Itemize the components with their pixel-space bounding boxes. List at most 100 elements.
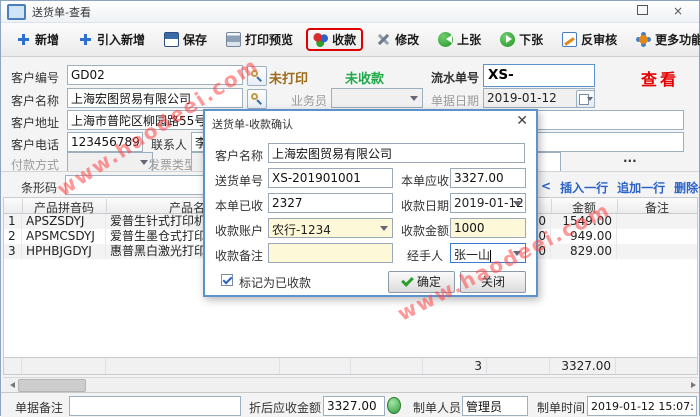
toolbar-print-preview-button[interactable]: 打印预览	[220, 28, 299, 51]
toolbar-save-button[interactable]: 保存	[158, 28, 213, 51]
mark-paid-checkbox[interactable]	[221, 274, 233, 286]
toolbar-more-functions-button[interactable]: 更多功能	[630, 28, 700, 51]
chevron-down-icon	[380, 226, 388, 235]
dialog-title: 送货单-收款确认	[212, 118, 293, 131]
delete-row-link[interactable]: 删除一行	[674, 179, 700, 196]
cell-amount: 829.00	[551, 244, 617, 259]
toolbar-new-button[interactable]: 新增	[10, 28, 65, 51]
plus-icon	[78, 32, 93, 47]
customer-no-lookup-button[interactable]	[247, 66, 267, 86]
status-not-paid: 未收款	[345, 72, 385, 87]
dialog-handler-label: 经手人	[407, 249, 444, 263]
dialog-receivable-input[interactable]	[450, 168, 526, 188]
text-cursor	[490, 249, 492, 262]
toolbar-collect-payment-button[interactable]: 收款	[306, 28, 364, 51]
cell-pinyin: APSMCSDYJ	[22, 229, 106, 244]
dialog-account-select[interactable]: 农行-1234	[268, 218, 393, 238]
dialog-received-input[interactable]	[268, 193, 393, 213]
coins-icon	[313, 32, 329, 47]
save-icon	[164, 32, 180, 47]
dialog-received-label: 本单已收	[215, 199, 264, 213]
summary-amount: 3327.00	[550, 358, 616, 374]
time-input[interactable]	[587, 396, 697, 416]
calendar-icon[interactable]	[576, 90, 595, 108]
collapse-arrow[interactable]: <	[541, 179, 551, 196]
toolbar: 新增 引入新增 保存 打印预览 收款 修改 上张 下张 反审核 更多功能 关闭	[1, 23, 700, 57]
gear-icon	[639, 35, 649, 44]
dialog-ok-button[interactable]: 确定	[388, 271, 455, 293]
dialog-account-label: 收款账户	[215, 224, 264, 238]
grid-row-links: < 插入一行 追加一行 删除一行	[541, 179, 700, 196]
customer-name-input[interactable]	[67, 88, 243, 108]
scrollbar-thumb[interactable]	[18, 379, 86, 392]
customer-name-lookup-button[interactable]	[247, 89, 267, 109]
cell-pinyin: HPHBJGDYJ	[22, 244, 106, 259]
discounted-input[interactable]	[323, 396, 385, 416]
maximize-button[interactable]	[627, 3, 657, 21]
dialog-order-no-label: 送货单号	[215, 174, 264, 188]
status-oval-icon	[387, 397, 401, 414]
app-window: 送货单-查看 × 新增 引入新增 保存 打印预览 收款 修改 上张 下张 反审核…	[0, 0, 700, 417]
pinyin-header: 产品拼音码	[22, 199, 107, 215]
scroll-right-arrow[interactable]	[685, 379, 698, 391]
dialog-remark-label: 收款备注	[215, 249, 264, 263]
phone-input[interactable]	[67, 132, 143, 152]
discounted-label: 折后应收金额	[249, 401, 322, 415]
dialog-handler-combo[interactable]: 张一山	[450, 243, 526, 263]
address-label: 客户地址	[11, 116, 60, 130]
contact-label: 联系人	[151, 138, 188, 152]
dialog-amount-input[interactable]	[450, 218, 526, 238]
cell-amount: 1549.00	[551, 214, 617, 229]
chevron-down-icon	[513, 251, 521, 260]
toolbar-modify-button[interactable]: 修改	[370, 28, 425, 51]
chevron-down-icon	[513, 201, 521, 210]
customer-no-input[interactable]	[67, 65, 243, 85]
payment-confirm-dialog: 送货单-收款确认 ✕ 客户名称 送货单号 本单应收 本单已收 收款日期 2019…	[203, 109, 538, 297]
cell-remark	[617, 214, 697, 229]
view-mode-badge: 查看	[641, 70, 680, 89]
toolbar-previous-button[interactable]: 上张	[432, 28, 487, 51]
pay-method-select[interactable]	[67, 152, 153, 172]
cell-remark	[617, 244, 697, 259]
dialog-amount-label: 收款金额	[401, 224, 450, 238]
cell-amount: 949.00	[551, 229, 617, 244]
toolbar-unaudit-button[interactable]: 反审核	[556, 28, 623, 51]
salesman-select[interactable]	[331, 88, 423, 108]
table-summary-row: 3 3327.00	[3, 357, 698, 375]
dialog-order-no-input[interactable]	[268, 168, 393, 188]
serial-no-label: 流水单号	[431, 71, 480, 85]
unaudit-icon	[562, 32, 578, 47]
cell-remark	[617, 229, 697, 244]
dialog-date-select[interactable]: 2019-01-12	[450, 193, 526, 213]
append-row-link[interactable]: 追加一行	[617, 179, 665, 196]
dialog-remark-input[interactable]	[268, 243, 393, 263]
insert-row-link[interactable]: 插入一行	[560, 179, 608, 196]
title-bar: 送货单-查看 ×	[1, 1, 699, 23]
edit-tools-icon	[376, 32, 391, 47]
doc-remark-input[interactable]	[69, 396, 241, 416]
dialog-close-button[interactable]: 关闭	[460, 271, 526, 293]
customer-name-label: 客户名称	[11, 94, 60, 108]
dialog-customer-input[interactable]	[268, 143, 525, 163]
dialog-date-label: 收款日期	[401, 199, 450, 213]
check-icon	[401, 274, 414, 287]
printer-icon	[226, 32, 242, 47]
row-number-header	[4, 199, 23, 213]
time-label: 制单时间	[537, 401, 586, 415]
dialog-close-icon[interactable]: ✕	[516, 113, 528, 129]
close-window-button[interactable]: ×	[663, 3, 693, 21]
toolbar-import-new-button[interactable]: 引入新增	[72, 28, 151, 51]
amount-header: 金额	[551, 199, 618, 215]
scroll-left-arrow[interactable]	[3, 379, 16, 391]
toolbar-next-button[interactable]: 下张	[494, 28, 549, 51]
ellipsis-button[interactable]: ...	[623, 151, 637, 165]
dialog-receivable-label: 本单应收	[401, 174, 450, 188]
serial-no-value: XS-201901001	[483, 64, 595, 104]
phone-label: 客户电话	[11, 138, 60, 152]
customer-no-label: 客户编号	[11, 71, 60, 85]
creator-input[interactable]	[462, 396, 528, 416]
horizontal-scrollbar[interactable]	[3, 377, 698, 392]
row-number: 1	[4, 214, 22, 229]
row-number: 2	[4, 229, 22, 244]
cell-pinyin: APSZSDYJ	[22, 214, 106, 229]
